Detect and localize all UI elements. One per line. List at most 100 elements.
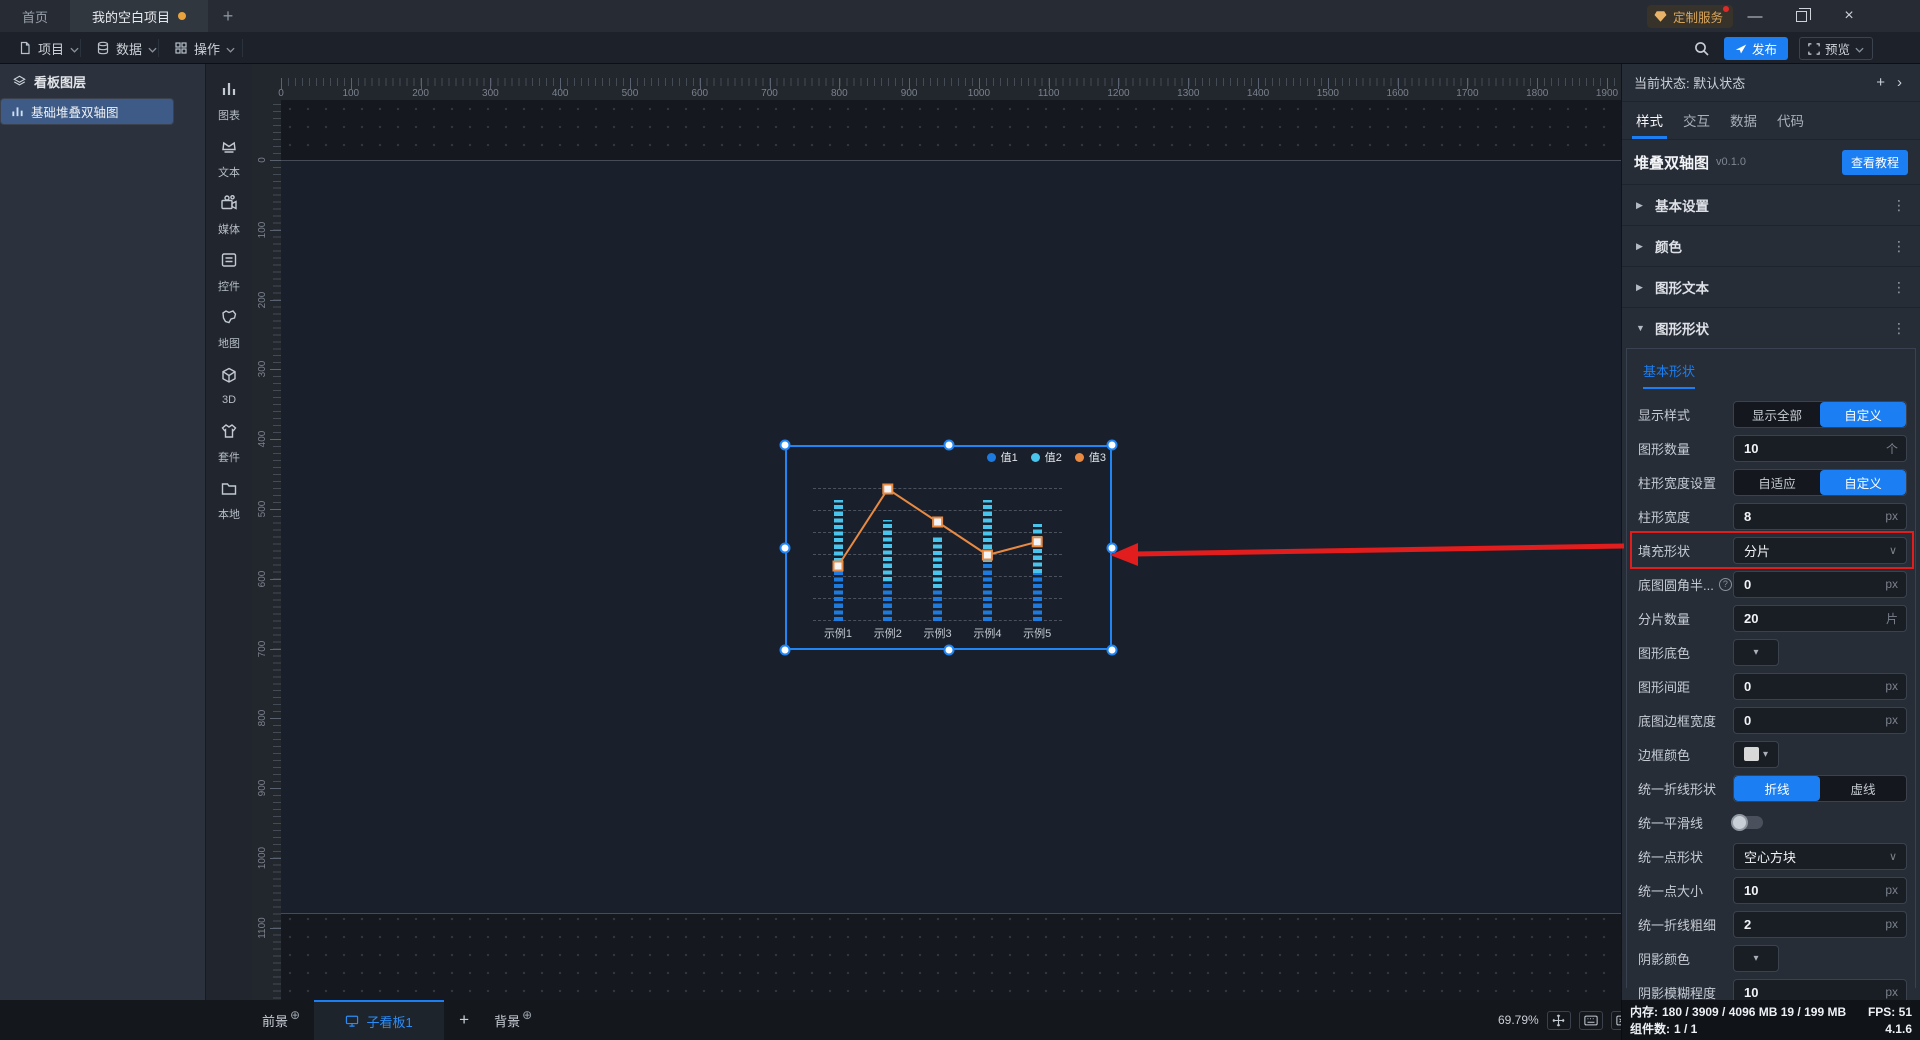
base-radius-input[interactable]: 0 px — [1733, 570, 1907, 598]
custom-service-button[interactable]: 定制服务 — [1647, 5, 1734, 28]
shadow-color-color-picker[interactable]: ▾ — [1733, 944, 1779, 972]
shadow-blur-input[interactable]: 10 px — [1733, 978, 1907, 1000]
layers-icon — [13, 75, 26, 85]
tab-数据[interactable]: 数据 — [1730, 110, 1757, 139]
menu-operations[interactable]: 操作 — [164, 32, 245, 64]
fps-value: 51 — [1898, 1004, 1912, 1019]
subboard-tab[interactable]: 子看板1 — [314, 1000, 445, 1040]
publish-button[interactable]: 发布 — [1724, 37, 1788, 60]
input-unit: 个 — [1885, 441, 1898, 456]
caret-right-icon: ▶ — [1636, 199, 1643, 210]
component-name: 堆叠双轴图 — [1634, 154, 1710, 172]
setting-label: 统一平滑线 — [1638, 815, 1704, 831]
menu-project[interactable]: 项目 — [8, 32, 89, 64]
selection-handle[interactable] — [1106, 542, 1118, 553]
canvas-viewport[interactable]: 示例1 示例2 示例3 示例4 示例5 值1 值2 值3 — [281, 100, 1621, 1000]
selection-handle[interactable] — [779, 542, 791, 553]
expand-states-button[interactable]: › — [1891, 74, 1908, 91]
selection-handle[interactable] — [1106, 644, 1118, 656]
tab-样式[interactable]: 样式 — [1632, 110, 1667, 139]
ruler-number: 1000 — [256, 846, 268, 870]
segment-option-折线[interactable]: 折线 — [1734, 775, 1820, 801]
component-version: v0.1.0 — [1716, 156, 1746, 168]
line-width-input[interactable]: 2 px — [1733, 910, 1907, 938]
dock-item-chart[interactable]: 图表 — [206, 72, 252, 129]
chevron-down-icon — [70, 41, 79, 56]
setting-label: 图形底色 — [1638, 645, 1691, 661]
segment-option-自定义[interactable]: 自定义 — [1820, 401, 1906, 427]
selection-handle[interactable] — [1106, 439, 1118, 451]
tab-project[interactable]: 我的空白项目 — [70, 0, 209, 32]
dock-item-map[interactable]: 地图 — [206, 300, 252, 357]
add-background-icon[interactable]: ⊕ — [522, 1008, 532, 1022]
segment-option-显示全部[interactable]: 显示全部 — [1734, 402, 1820, 427]
selection-handle[interactable] — [943, 439, 954, 451]
kebab-menu-icon[interactable]: ⋮ — [1892, 320, 1906, 337]
dock-item-cube[interactable]: 3D — [206, 357, 252, 414]
subtab-basic-shape[interactable]: 基本形状 — [1643, 361, 1696, 389]
segment-option-自定义[interactable]: 自定义 — [1820, 469, 1906, 495]
add-board-button[interactable]: + — [444, 1000, 484, 1040]
window-maximize-button[interactable] — [1778, 0, 1824, 32]
ruler-number: 0 — [278, 88, 284, 99]
selection-handle[interactable] — [779, 644, 791, 656]
help-icon[interactable]: ? — [1718, 577, 1732, 591]
foreground-button[interactable]: 前景 ⊕ — [252, 1000, 310, 1040]
kebab-menu-icon[interactable]: ⋮ — [1892, 279, 1906, 296]
view-tutorial-button[interactable]: 查看教程 — [1841, 149, 1908, 175]
dock-item-label: 套件 — [218, 451, 240, 464]
point-size-input[interactable]: 10 px — [1733, 876, 1907, 904]
search-button[interactable] — [1690, 38, 1712, 58]
dock-item-widget[interactable]: 控件 — [206, 243, 252, 300]
setting-label: 阴影颜色 — [1638, 951, 1691, 967]
preview-button[interactable]: 预览 — [1799, 37, 1873, 60]
shortcut-keys-button[interactable] — [1578, 1010, 1603, 1030]
add-state-button[interactable]: + — [1870, 74, 1891, 91]
section-图形形状[interactable]: ▼ 图形形状 ⋮ — [1622, 307, 1920, 348]
window-minimize-button[interactable]: — — [1732, 0, 1778, 32]
tab-代码[interactable]: 代码 — [1777, 110, 1804, 139]
fit-screen-button[interactable] — [1546, 1010, 1571, 1030]
slice-count-input[interactable]: 20 片 — [1733, 604, 1907, 632]
dock-item-media[interactable]: 媒体 — [206, 186, 252, 243]
shape-settings-rows: 显示样式 显示全部 自定义 图形数量 10 个柱形宽度设置 自适应 自定义 柱形宽度 8 px 填充形… — [1627, 397, 1915, 1000]
dock-item-label: 地图 — [218, 337, 240, 350]
kebab-menu-icon[interactable]: ⋮ — [1892, 238, 1906, 255]
shape-count-input[interactable]: 10 个 — [1733, 434, 1907, 462]
chevron-down-icon — [1855, 42, 1864, 56]
add-foreground-icon[interactable]: ⊕ — [290, 1008, 300, 1022]
layer-item-stacked-dual-axis-chart[interactable]: 基础堆叠双轴图 — [0, 98, 174, 125]
base-border-width-input[interactable]: 0 px — [1733, 706, 1907, 734]
selection-handle[interactable] — [943, 644, 954, 656]
fill-shape-select[interactable]: 分片 ∨ — [1733, 536, 1907, 564]
background-button[interactable]: 背景 ⊕ — [484, 1000, 542, 1040]
components-count-label: 组件数: — [1630, 1022, 1670, 1036]
dock-item-kit[interactable]: 套件 — [206, 414, 252, 471]
tab-交互[interactable]: 交互 — [1683, 110, 1710, 139]
subboard-tab-label: 子看板1 — [366, 1014, 413, 1030]
setting-label: 底图圆角半...? — [1638, 575, 1732, 594]
selection-handle[interactable] — [779, 439, 791, 451]
smooth-line-toggle[interactable] — [1731, 813, 1763, 831]
chart-component[interactable]: 示例1 示例2 示例3 示例4 示例5 值1 值2 值3 — [779, 439, 1118, 656]
point-shape-select[interactable]: 空心方块 ∨ — [1733, 842, 1907, 870]
section-基本设置[interactable]: ▶ 基本设置 ⋮ — [1622, 184, 1920, 225]
shape-gap-input[interactable]: 0 px — [1733, 672, 1907, 700]
border-color-color-picker[interactable]: ▾ — [1733, 740, 1779, 768]
shape-bgcolor-color-picker[interactable]: ▾ — [1733, 638, 1779, 666]
bar-width-mode-segmented: 自适应 自定义 — [1733, 468, 1907, 496]
segment-option-虚线[interactable]: 虚线 — [1820, 776, 1906, 801]
section-颜色[interactable]: ▶ 颜色 ⋮ — [1622, 225, 1920, 266]
dock-item-text[interactable]: 文本 — [206, 129, 252, 186]
bar-width-input[interactable]: 8 px — [1733, 502, 1907, 530]
segment-option-自适应[interactable]: 自适应 — [1734, 470, 1820, 495]
zoom-level[interactable]: 69.79% — [1498, 1013, 1539, 1027]
tab-home[interactable]: 首页 — [0, 0, 70, 32]
unsaved-dot-icon — [178, 12, 187, 20]
dock-item-local[interactable]: 本地 — [206, 471, 252, 528]
window-close-button[interactable]: × — [1826, 0, 1872, 32]
menu-data[interactable]: 数据 — [86, 32, 167, 64]
new-tab-button[interactable]: + — [208, 0, 248, 32]
kebab-menu-icon[interactable]: ⋮ — [1892, 197, 1906, 214]
section-图形文本[interactable]: ▶ 图形文本 ⋮ — [1622, 266, 1920, 307]
